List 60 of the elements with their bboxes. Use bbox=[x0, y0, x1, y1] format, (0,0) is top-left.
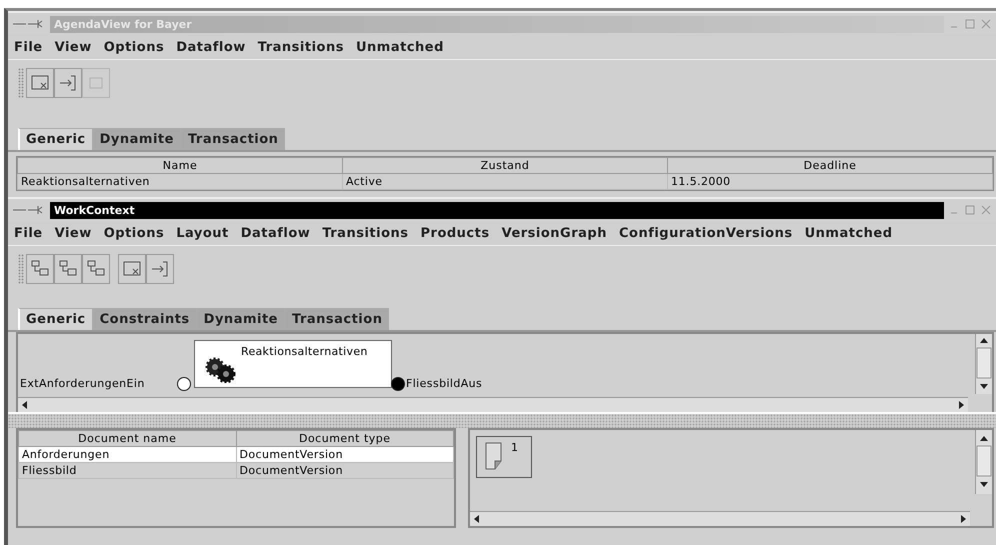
table-cell[interactable]: Anforderungen bbox=[18, 446, 236, 462]
port-label: FliessbildAus bbox=[406, 377, 482, 390]
tab[interactable]: Transaction bbox=[285, 308, 390, 330]
horizontal-scrollbar[interactable] bbox=[470, 511, 970, 526]
menu-item[interactable]: Dataflow bbox=[176, 40, 246, 54]
column-header[interactable]: Document name bbox=[18, 430, 236, 446]
column-header[interactable]: Deadline bbox=[668, 158, 992, 174]
table-cell: Active bbox=[342, 174, 668, 190]
table-cell[interactable]: DocumentVersion bbox=[236, 446, 454, 462]
table-cell[interactable]: DocumentVersion bbox=[236, 462, 454, 478]
exit-icon bbox=[58, 73, 78, 93]
menu-item[interactable]: Products bbox=[420, 226, 490, 240]
input-port[interactable] bbox=[177, 377, 191, 391]
toolbar-button[interactable] bbox=[118, 254, 146, 284]
toolbar-button[interactable] bbox=[26, 254, 54, 284]
vertical-scrollbar[interactable] bbox=[975, 334, 992, 394]
column-header[interactable]: Name bbox=[18, 158, 342, 174]
table-cell[interactable]: Fliessbild bbox=[18, 462, 236, 478]
menu-item[interactable]: Unmatched bbox=[356, 40, 444, 54]
table-cell: 11.5.2000 bbox=[668, 174, 992, 190]
tab[interactable]: Transaction bbox=[180, 128, 286, 150]
toolbar-button[interactable] bbox=[26, 68, 54, 98]
menu-item[interactable]: Layout bbox=[176, 226, 229, 240]
table-cell: Reaktionsalternativen bbox=[18, 174, 342, 190]
menu-item[interactable]: VersionGraph bbox=[502, 226, 607, 240]
menu-item[interactable]: View bbox=[54, 40, 92, 54]
toolbar-button[interactable] bbox=[82, 254, 110, 284]
tab[interactable]: Dynamite bbox=[92, 128, 181, 150]
menu-item[interactable]: Dataflow bbox=[240, 226, 310, 240]
tab[interactable]: Generic bbox=[18, 128, 93, 150]
tab[interactable]: Dynamite bbox=[196, 308, 285, 330]
gears-icon bbox=[203, 357, 237, 383]
menu-item[interactable]: View bbox=[54, 226, 92, 240]
menu-item[interactable]: File bbox=[14, 40, 43, 54]
horizontal-scrollbar[interactable] bbox=[18, 397, 968, 412]
output-port[interactable] bbox=[391, 377, 405, 391]
exit-icon bbox=[150, 259, 170, 279]
tab[interactable]: Generic bbox=[18, 308, 93, 330]
version-thumbnail[interactable]: 1 bbox=[476, 436, 532, 478]
menu-item[interactable]: Transitions bbox=[322, 226, 408, 240]
vertical-scrollbar[interactable] bbox=[975, 430, 992, 494]
window-title: WorkContext bbox=[50, 202, 944, 218]
menu-item[interactable]: ConfigurationVersions bbox=[618, 226, 793, 240]
menu-item[interactable]: Options bbox=[104, 226, 164, 240]
column-header[interactable]: Document type bbox=[236, 430, 454, 446]
window-title: AgendaView for Bayer bbox=[50, 16, 944, 32]
toolbar-button[interactable] bbox=[146, 254, 174, 284]
menu-item[interactable]: Options bbox=[104, 40, 164, 54]
toolbar-button[interactable] bbox=[54, 68, 82, 98]
version-number: 1 bbox=[511, 441, 518, 454]
menu-item[interactable]: Unmatched bbox=[804, 226, 893, 240]
column-header[interactable]: Zustand bbox=[342, 158, 668, 174]
port-label: ExtAnforderungenEin bbox=[20, 377, 145, 390]
toolbar-button[interactable] bbox=[54, 254, 82, 284]
process-node[interactable]: Reaktionsalternativen bbox=[194, 340, 392, 388]
menu-item[interactable]: Transitions bbox=[258, 40, 344, 54]
splitter-handle[interactable] bbox=[8, 412, 996, 428]
menu-item[interactable]: File bbox=[14, 226, 43, 240]
tab[interactable]: Constraints bbox=[92, 308, 197, 330]
node-label: Reaktionsalternativen bbox=[241, 345, 368, 358]
